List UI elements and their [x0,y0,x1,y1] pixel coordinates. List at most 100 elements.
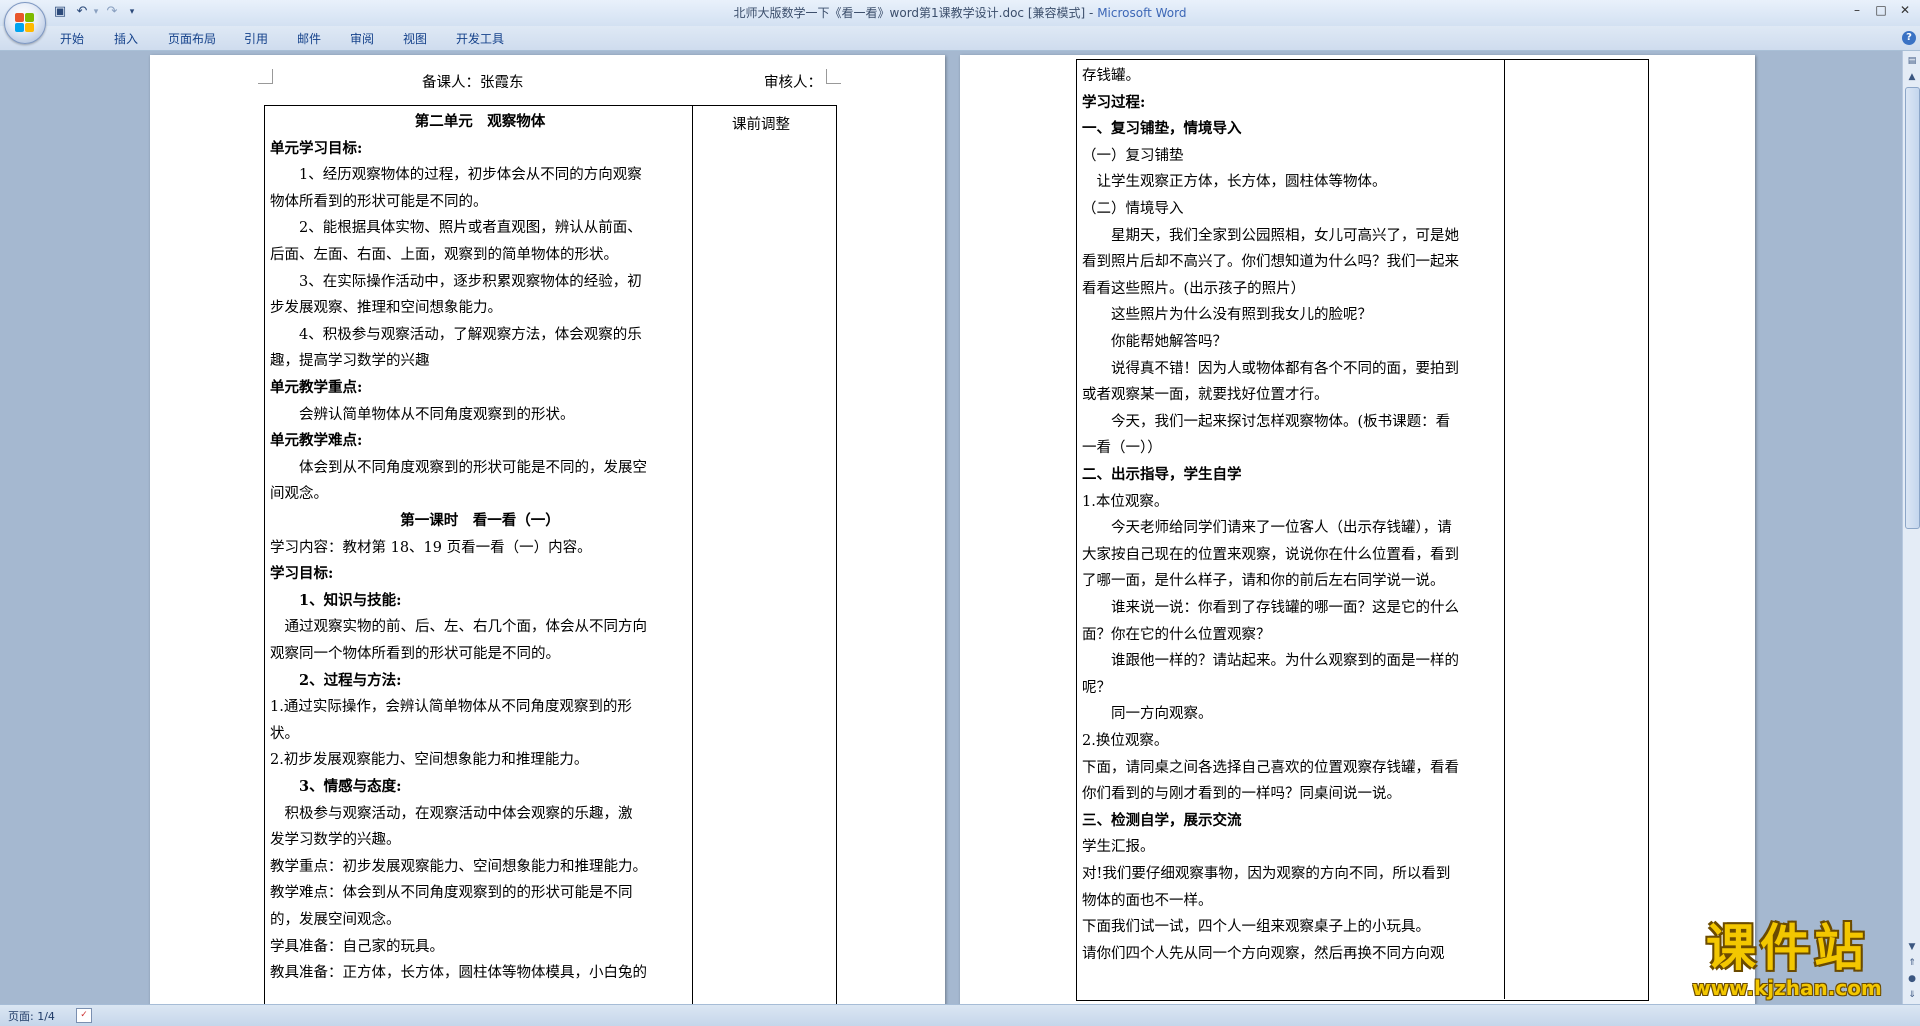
text-line: 1.通过实际操作，会辨认简单物体从不同角度观察到的形 [270,699,632,716]
text-line: 状。 [270,725,299,742]
adjust-column-header: 课前调整 [732,117,790,133]
app-name: Microsoft Word [1097,6,1187,20]
text-line: 步发展观察、推理和空间想象能力。 [270,300,502,317]
text-line: 看看这些照片。(出示孩子的照片） [1082,280,1306,297]
text-line: 了哪一面，是什么样子，请和你的前后左右同学说一说。 [1082,573,1445,590]
subsection-heading: 2、过程与方法: [299,671,402,689]
page-1[interactable]: 备课人：张霞东 审核人： 课前调整 第二单元 观察物体 单元学习目标: 1、经历… [150,55,945,1004]
help-icon[interactable]: ? [1902,31,1916,45]
section-heading: 学习目标: [270,565,334,583]
ribbon-tabs: 开始 插入 页面布局 引用 邮件 审阅 视图 开发工具 ? [0,26,1920,51]
text-line: 下面，请同桌之间各选择自己喜欢的位置观察存钱罐，看看 [1082,759,1459,776]
text-line: 物体的面也不一样。 [1082,892,1213,909]
watermark-text: 课件站 [1706,919,1868,977]
text-line: 通过观察实物的前、后、左、右几个面，体会从不同方向 [284,619,648,636]
tab-mailings[interactable]: 邮件 [293,30,325,48]
text-line: 存钱罐。 [1082,68,1140,84]
page-2[interactable]: 存钱罐。 学习过程: 一、复习铺垫，情境导入 （一）复习铺垫 让学生观察正方体，… [960,55,1755,1004]
section-heading: 单元教学重点: [270,379,363,396]
crop-mark [258,69,273,84]
status-bar: 页面: 1/4 ✓ [0,1004,1920,1026]
text-line: 谁来说一说：你看到了存钱罐的哪一面？这是它的什么 [1111,600,1459,616]
text-line: 2.初步发展观察能力、空间想象能力和推理能力。 [270,752,589,769]
text-line: 教学难点：体会到从不同角度观察到的的形状可能是不同 [270,885,633,902]
maximize-button[interactable]: □ [1870,2,1892,18]
tab-review[interactable]: 审阅 [346,30,378,48]
tab-page-layout[interactable]: 页面布局 [164,30,220,48]
text-line: 2、能根据具体实物、照片或者直观图，辨认从前面、 [299,220,642,237]
text-line: （二）情境导入 [1082,201,1184,217]
text-line: 面？你在它的什么位置观察？ [1082,626,1271,643]
text-line: 下面我们试一试，四个人一组来观察桌子上的小玩具。 [1082,919,1430,936]
text-line: 今天，我们一起来探讨怎样观察物体。(板书课题：看 [1111,413,1451,430]
text-line: 1、经历观察物体的过程，初步体会从不同的方向观察 [299,167,642,184]
ruler-toggle-icon[interactable]: ▤ [1904,53,1920,69]
text-line: 这些照片为什么没有照到我女儿的脸呢？ [1111,307,1372,324]
title-bar: ▣ ↶ ▾ ↷ ▾ 北师大版数学一下《看一看》word第1课教学设计.doc [… [0,0,1920,44]
tab-home[interactable]: 开始 [56,30,88,48]
tab-developer[interactable]: 开发工具 [452,30,508,48]
window-title: 北师大版数学一下《看一看》word第1课教学设计.doc [兼容模式] - Mi… [0,0,1920,26]
text-line: 间观念。 [270,486,328,503]
text-line: 呢？ [1082,679,1111,696]
section-heading: 二、出示指导，学生自学 [1082,466,1242,483]
text-line: 说得真不错！因为人或物体都有各个不同的面，要拍到 [1111,360,1459,377]
tab-references[interactable]: 引用 [240,30,272,48]
minimize-button[interactable]: – [1846,2,1868,18]
document-title: 北师大版数学一下《看一看》word第1课教学设计.doc [兼容模式] - [733,6,1098,20]
close-button[interactable]: ✕ [1894,2,1916,18]
table-column-divider [1504,59,1505,999]
text-line: 积极参与观察活动，在观察活动中体会观察的乐趣，激 [284,805,633,822]
table-column-divider [692,105,693,1004]
text-line: 教具准备：正方体，长方体，圆柱体等物体模具，小白兔的 [270,965,647,982]
section-heading: 三、检测自学，展示交流 [1082,811,1242,829]
text-line: 会辨认简单物体从不同角度观察到的形状。 [299,406,575,423]
watermark-url: www.kjzhan.com [1692,976,1882,1000]
text-line: 观察同一个物体所看到的形状可能是不同的。 [270,646,560,662]
text-line: 请你们四个人先从同一个方向观察，然后再换不同方向观 [1082,945,1445,962]
unit-title: 第二单元 观察物体 [414,113,546,130]
section-heading: 单元教学难点: [270,432,363,450]
text-line: 学生汇报。 [1082,839,1155,856]
tab-insert[interactable]: 插入 [110,30,142,48]
text-line: 让学生观察正方体，长方体，圆柱体等物体。 [1096,174,1387,191]
text-line: 谁跟他一样的？请站起来。为什么观察到的面是一样的 [1111,653,1459,670]
text-line: 后面、左面、右面、上面，观察到的简单物体的形状。 [270,247,618,263]
text-line: 大家按自己现在的位置来观察，说说你在什么位置看，看到 [1082,546,1459,563]
scroll-thumb[interactable] [1905,87,1920,529]
next-page-icon[interactable]: ⇓ [1904,987,1920,1003]
vertical-scrollbar[interactable]: ▤ ▲ ▼ ⇑ ● ⇓ [1902,51,1920,1004]
text-line: 看到照片后却不高兴了。你们想知道为什么吗？我们一起来 [1082,254,1459,271]
text-line: 趣，提高学习数学的兴趣 [270,353,430,370]
text-line: 的，发展空间观念。 [270,912,401,928]
crop-mark [826,69,841,84]
text-line: 体会到从不同角度观察到的形状可能是不同的，发展空 [299,459,647,476]
page-count[interactable]: 页面: 1/4 [8,1008,55,1024]
document-workspace[interactable]: 备课人：张霞东 审核人： 课前调整 第二单元 观察物体 单元学习目标: 1、经历… [0,51,1902,1004]
text-line: 同一方向观察。 [1111,706,1213,723]
office-button[interactable] [4,2,46,44]
subsection-heading: 1、知识与技能: [299,591,402,609]
text-line: 2.换位观察。 [1082,733,1169,749]
text-line: 你们看到的与刚才看到的一样吗？同桌间说一说。 [1082,786,1401,803]
text-line: 学具准备：自己家的玩具。 [270,938,444,955]
proofing-icon[interactable]: ✓ [76,1008,92,1023]
section-heading: 一、复习铺垫，情境导入 [1082,120,1242,138]
scroll-up-icon[interactable]: ▲ [1904,69,1920,85]
reviewer-label: 审核人： [764,75,822,91]
tab-view[interactable]: 视图 [399,30,431,48]
text-line: 一看（一）） [1082,440,1162,457]
previous-page-icon[interactable]: ⇑ [1904,955,1920,971]
text-line: 对!我们要仔细观察事物，因为观察的方向不同，所以看到 [1082,866,1451,882]
text-line: 或者观察某一面，就要找好位置才行。 [1082,387,1329,404]
scroll-down-icon[interactable]: ▼ [1904,939,1920,955]
text-line: 学习内容：教材第 18、19 页看一看（一）内容。 [270,539,592,556]
section-heading: 单元学习目标: [270,139,363,157]
text-line: （一）复习铺垫 [1082,147,1184,164]
text-line: 你能帮她解答吗？ [1111,334,1227,350]
text-line: 1.本位观察。 [1082,493,1169,510]
office-logo-icon [15,13,35,33]
text-line: 星期天，我们全家到公园照相，女儿可高兴了，可是她 [1111,227,1459,244]
browse-object-icon[interactable]: ● [1904,971,1920,987]
text-line: 3、在实际操作活动中，逐步积累观察物体的经验，初 [299,273,642,290]
